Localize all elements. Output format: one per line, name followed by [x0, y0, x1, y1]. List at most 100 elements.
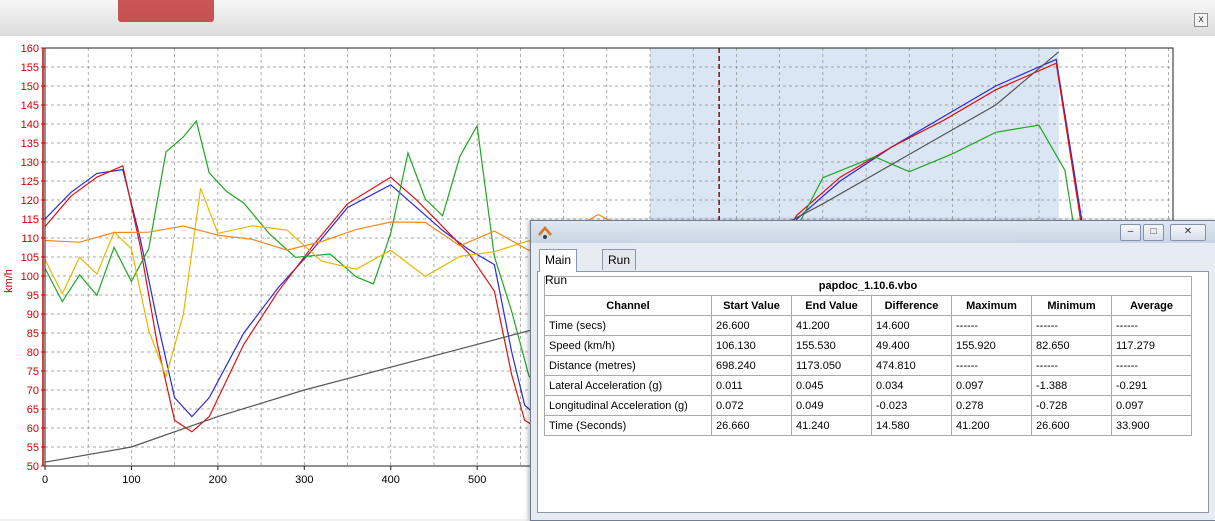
table-cell: Lateral Acceleration (g)	[544, 375, 712, 396]
table-cell: ------	[1031, 315, 1112, 336]
table-row: Speed (km/h) 106.130 155.530 49.400 155.920 8…	[544, 335, 1192, 356]
tab-run-2[interactable]: Run 2	[602, 249, 637, 287]
x-tick-label: 400	[382, 474, 400, 486]
table-cell: 14.580	[871, 415, 952, 436]
analysis-window[interactable]: – □ ✕ Main Run Run 2 papdoc_1.10.6.vbo C…	[530, 220, 1215, 521]
table-cell: 33.900	[1111, 415, 1192, 436]
table-cell: 155.530	[791, 335, 872, 356]
y-tick-label: 150	[21, 81, 39, 93]
column-header: End Value	[791, 295, 872, 316]
table-cell: -1.388	[1031, 375, 1112, 396]
y-tick-label: 55	[27, 442, 39, 454]
maximize-button[interactable]: □	[1143, 224, 1164, 241]
file-name: papdoc_1.10.6.vbo	[544, 276, 1192, 296]
y-tick-label: 100	[21, 271, 39, 283]
table-cell: 474.810	[871, 355, 952, 376]
table-cell: 41.200	[951, 415, 1032, 436]
y-tick-label: 145	[21, 100, 39, 112]
table-cell: 41.200	[791, 315, 872, 336]
table-cell: 0.278	[951, 395, 1032, 416]
table-row: Lateral Acceleration (g) 0.011 0.045 0.034 0…	[544, 375, 1192, 396]
app-icon	[538, 226, 552, 239]
file-row: papdoc_1.10.6.vbo	[544, 276, 1192, 296]
table-cell: ------	[1031, 355, 1112, 376]
analysis-table: papdoc_1.10.6.vbo Channel Start Value End …	[544, 276, 1192, 436]
y-tick-label: 160	[21, 43, 39, 55]
column-header: Difference	[871, 295, 952, 316]
table-cell: ------	[1111, 315, 1192, 336]
table-cell: 49.400	[871, 335, 952, 356]
y-tick-label: 110	[21, 233, 39, 245]
app-logo	[118, 0, 214, 22]
app-toolbar: x	[0, 0, 1215, 37]
y-tick-label: 80	[27, 347, 39, 359]
table-cell: 698.240	[711, 355, 792, 376]
table-cell: 26.600	[711, 315, 792, 336]
table-cell: Time (secs)	[544, 315, 712, 336]
x-tick-label: 500	[468, 474, 486, 486]
y-tick-label: 105	[21, 252, 39, 264]
table-cell: 0.072	[711, 395, 792, 416]
table-row: Time (secs) 26.600 41.200 14.600 ------ -----…	[544, 315, 1192, 336]
column-header: Maximum	[951, 295, 1032, 316]
table-cell: Longitudinal Acceleration (g)	[544, 395, 712, 416]
y-axis-label: km/h	[3, 269, 15, 293]
table-cell: Distance (metres)	[544, 355, 712, 376]
table-cell: 0.097	[1111, 395, 1192, 416]
x-tick-label: 300	[295, 474, 313, 486]
table-cell: -0.728	[1031, 395, 1112, 416]
table-cell: Time (Seconds)	[544, 415, 712, 436]
table-header: Channel Start Value End Value Difference Max…	[544, 295, 1192, 316]
analysis-window-titlebar[interactable]: – □ ✕	[531, 221, 1215, 243]
table-cell: 106.130	[711, 335, 792, 356]
table-cell: -0.023	[871, 395, 952, 416]
close-graph-button[interactable]: x	[1194, 13, 1208, 27]
x-tick-label: 100	[122, 474, 140, 486]
y-tick-label: 115	[21, 214, 39, 226]
column-header: Minimum	[1031, 295, 1112, 316]
table-row: Distance (metres) 698.240 1173.050 474.810-…	[544, 355, 1192, 376]
table-cell: 0.034	[871, 375, 952, 396]
y-tick-label: 130	[21, 157, 39, 169]
table-cell: 0.011	[711, 375, 792, 396]
y-tick-label: 95	[27, 290, 39, 302]
table-cell: 82.650	[1031, 335, 1112, 356]
table-cell: Speed (km/h)	[544, 335, 712, 356]
table-cell: ------	[1111, 355, 1192, 376]
close-window-button[interactable]: ✕	[1170, 224, 1206, 241]
table-cell: 41.240	[791, 415, 872, 436]
y-tick-label: 140	[21, 119, 39, 131]
table-cell: 1173.050	[791, 355, 872, 376]
y-tick-label: 85	[27, 328, 39, 340]
table-cell: 155.920	[951, 335, 1032, 356]
column-header: Channel	[544, 295, 712, 316]
table-cell: ------	[951, 355, 1032, 376]
x-tick-label: 200	[209, 474, 227, 486]
table-cell: -0.291	[1111, 375, 1192, 396]
column-header: Average	[1111, 295, 1192, 316]
y-tick-label: 70	[27, 385, 39, 397]
y-tick-label: 65	[27, 404, 39, 416]
table-row: Time (Seconds) 26.660 41.240 14.580 41.200 26…	[544, 415, 1192, 436]
table-cell: 14.600	[871, 315, 952, 336]
table-cell: 117.279	[1111, 335, 1192, 356]
column-header: Start Value	[711, 295, 792, 316]
y-tick-label: 135	[21, 138, 39, 150]
table-cell: 0.097	[951, 375, 1032, 396]
table-cell: 0.045	[791, 375, 872, 396]
table-cell: ------	[951, 315, 1032, 336]
minimize-button[interactable]: –	[1120, 224, 1141, 241]
tab-main-run[interactable]: Main Run	[539, 249, 578, 287]
table-cell: 0.049	[791, 395, 872, 416]
y-tick-label: 90	[27, 309, 39, 321]
analysis-panel: papdoc_1.10.6.vbo Channel Start Value End …	[537, 271, 1209, 513]
y-tick-label: 120	[21, 195, 39, 207]
table-row: Longitudinal Acceleration (g) 0.072 0.049-…	[544, 395, 1192, 416]
table-cell: 26.660	[711, 415, 792, 436]
y-tick-label: 50	[27, 461, 39, 473]
x-tick-label: 0	[42, 474, 48, 486]
y-tick-label: 155	[21, 62, 39, 74]
y-tick-label: 60	[27, 423, 39, 435]
table-cell: 26.600	[1031, 415, 1112, 436]
y-tick-label: 125	[21, 176, 39, 188]
